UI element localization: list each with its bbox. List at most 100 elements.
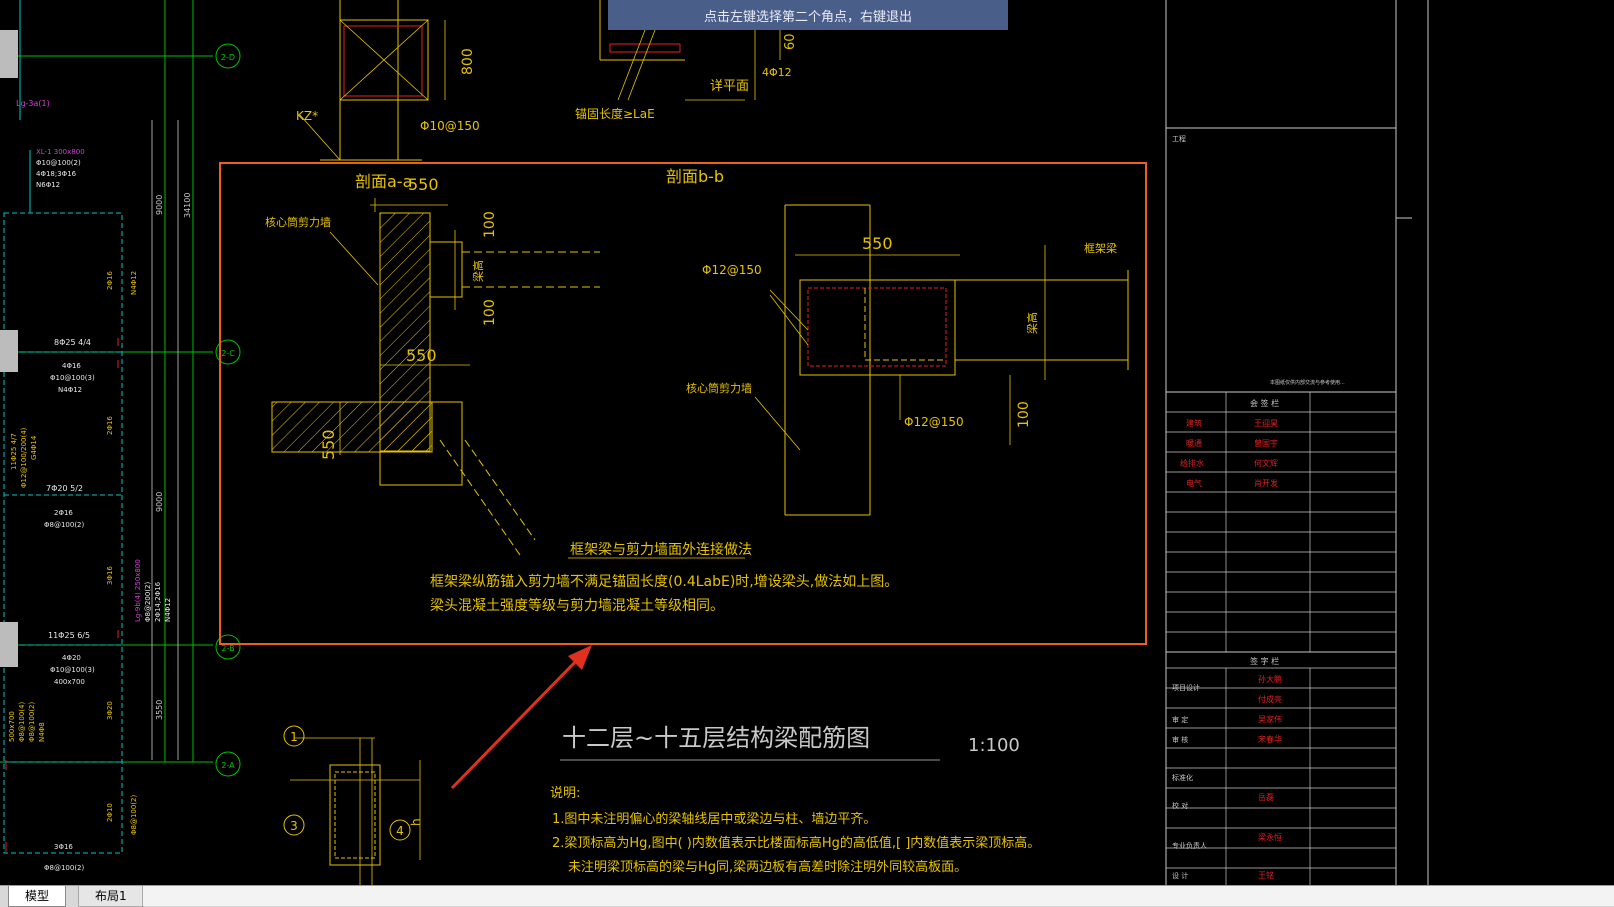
small-beam-section (283, 725, 421, 885)
axis-label-2b: 2-B (221, 644, 234, 653)
axis-label-2c: 2-C (221, 349, 235, 358)
section-b-drawing (754, 204, 1129, 516)
section-b-beam-h: 梁高 (1025, 312, 1039, 334)
vertical-note: 3Φ20 (106, 701, 114, 720)
vertical-note: Φ8@100(2) (28, 701, 36, 742)
sign-role: 专业负责人 (1172, 841, 1207, 850)
cosign-name: 何文辉 (1254, 458, 1278, 468)
vertical-note: Φ8@100(2) (130, 794, 138, 835)
section-a-dim-100-a: 100 (482, 211, 498, 238)
section-b-rebar-top: Φ12@150 (702, 263, 762, 277)
vertical-note: G4Φ14 (30, 435, 38, 460)
axis-label-2d: 2-D (221, 53, 235, 62)
note-line-2: 梁头混凝土强度等级与剪力墙混凝土等级相同。 (430, 597, 724, 614)
sign-name: 梁永恒 (1258, 832, 1282, 842)
dim-60: 60 (783, 33, 798, 50)
sign-name: 宋春华 (1258, 734, 1282, 744)
red-arrow-annotation (450, 645, 592, 790)
vertical-note: N4Φ8 (38, 722, 46, 742)
section-a-drawing (271, 198, 600, 556)
vertical-note: 11Φ25 4/7 (10, 433, 18, 470)
section-a-dim-550-mid: 550 (406, 346, 437, 365)
layout-tab-bar: 模型 布局1 (0, 885, 1614, 907)
note-line-1: 框架梁纵筋锚入剪力墙不满足锚固长度(0.4LabE)时,增设梁头,做法如上图。 (430, 573, 898, 590)
section-mark-4: 4 (396, 824, 404, 838)
beam-note: 11Φ25 6/5 (48, 631, 90, 640)
axis-label-2a: 2-A (221, 761, 235, 770)
beam-note: 7Φ20 5/2 (46, 484, 83, 493)
vertical-note: 2Φ14;2Φ16 (154, 581, 162, 622)
section-a-dim-550-top: 550 (408, 175, 439, 194)
vertical-note: N4Φ12 (164, 598, 172, 622)
command-prompt-tooltip: 点击左键选择第二个角点，右键退出 (608, 0, 1008, 30)
cad-drawing-canvas[interactable]: 2-D 2-C 2-B 2-A Lg-3a(1) XL-1 300x800 Φ1… (0, 0, 1614, 885)
beam-note: Φ8@100(2) (44, 864, 85, 872)
cosign-name: 王迎昊 (1254, 418, 1278, 428)
tab-layout1[interactable]: 布局1 (78, 886, 144, 907)
vertical-note: 2Φ10 (106, 803, 114, 822)
sign-header: 签 字 栏 (1250, 656, 1279, 666)
sign-role: 设 计 (1172, 871, 1188, 880)
sign-role: 标准化 (1172, 773, 1193, 782)
section-b-dim-100: 100 (1016, 401, 1032, 428)
section-b-wall-label: 核心筒剪力墙 (686, 381, 752, 395)
vertical-note: 500x700 (8, 711, 16, 742)
drawing-scale: 1:100 (968, 735, 1020, 756)
section-b-frame-beam: 框架梁 (1084, 241, 1117, 255)
sign-name: 孙大鹏 (1258, 674, 1282, 684)
section-a-wall-label: 核心筒剪力墙 (265, 215, 331, 229)
cosign-header: 会 签 栏 (1250, 398, 1279, 408)
command-prompt-text: 点击左键选择第二个角点，右键退出 (703, 9, 912, 25)
dim-800: 800 (460, 48, 476, 75)
vertical-note: 3Φ16 (106, 566, 114, 585)
beam-note: 2Φ16 (54, 509, 73, 517)
cosign-name: 肖开发 (1254, 478, 1278, 488)
note-title: 框架梁与剪力墙面外连接做法 (570, 541, 752, 558)
beam-note: 4Φ20 (62, 654, 81, 662)
vertical-note: 2Φ16 (106, 416, 114, 435)
title-block-frame (1165, 0, 1429, 885)
explanation-heading: 说明: (550, 786, 580, 801)
vertical-note: Φ12@100/200(4) (20, 427, 28, 488)
beam-note: Φ10@100(3) (50, 666, 95, 674)
section-a-title: 剖面a-a (355, 172, 412, 191)
section-b-rebar-bottom: Φ12@150 (904, 415, 964, 429)
dim-9000-top: 9000 (155, 195, 164, 215)
explanation-item-3: 未注明梁顶标高的梁与Hg同,梁两边板有高差时除注明外同较高板面。 (568, 859, 967, 875)
sign-name: 岳磊 (1258, 792, 1274, 802)
tab-bar-empty-area (142, 886, 1614, 906)
sign-name: 付成亮 (1258, 694, 1282, 704)
beam-note: 400x700 (54, 678, 85, 686)
section-a-beam-h: 梁高 (471, 260, 485, 282)
sign-name: 王铭 (1258, 870, 1274, 880)
beam-note: 4Φ16 (62, 362, 81, 370)
section-mark-1: 1 (290, 730, 298, 744)
xl1-line-4: N6Φ12 (36, 181, 60, 189)
xl1-line-1: XL-1 300x800 (36, 148, 85, 156)
section-mark-h: h (409, 818, 423, 826)
drawing-svg[interactable]: 2-D 2-C 2-B 2-A Lg-3a(1) XL-1 300x800 Φ1… (0, 0, 1614, 885)
xl1-line-2: Φ10@100(2) (36, 159, 81, 167)
section-mark-3: 3 (290, 819, 298, 833)
beam-note: 8Φ25 4/4 (54, 338, 91, 347)
cosign-name: 曾国宇 (1254, 438, 1278, 448)
lg-tag: Lg-3a(1) (16, 99, 50, 108)
kz-label: KZ* (296, 109, 318, 123)
project-label: 工程 (1172, 134, 1186, 143)
plan-ref-label: 详平面 (710, 79, 749, 94)
dim-34100: 34100 (183, 193, 192, 218)
stirrup-label: Φ10@150 (420, 119, 480, 133)
dim-9000-mid: 9000 (155, 492, 164, 512)
beam-note: Φ8@100(2) (44, 521, 85, 529)
vertical-note: Lg-9b(4) 250x800 (134, 559, 142, 622)
explanation-item-2: 2.梁顶标高为Hg,图中( )内数值表示比楼面标高Hg的高低值,[ ]内数值表示… (552, 835, 1040, 851)
sign-role: 审 核 (1172, 735, 1188, 744)
beam-note: 3Φ16 (54, 843, 73, 851)
sheet-label: 本图纸仅供内部交流与参考使用... (1270, 379, 1345, 386)
section-b-dim-550: 550 (862, 234, 893, 253)
tab-model[interactable]: 模型 (8, 886, 67, 907)
drawing-main-title: 十二层~十五层结构梁配筋图 (562, 724, 870, 752)
section-b-title: 剖面b-b (666, 167, 724, 186)
vertical-note: N4Φ12 (130, 271, 138, 295)
anchor-label: 锚固长度≥LaE (575, 106, 655, 121)
